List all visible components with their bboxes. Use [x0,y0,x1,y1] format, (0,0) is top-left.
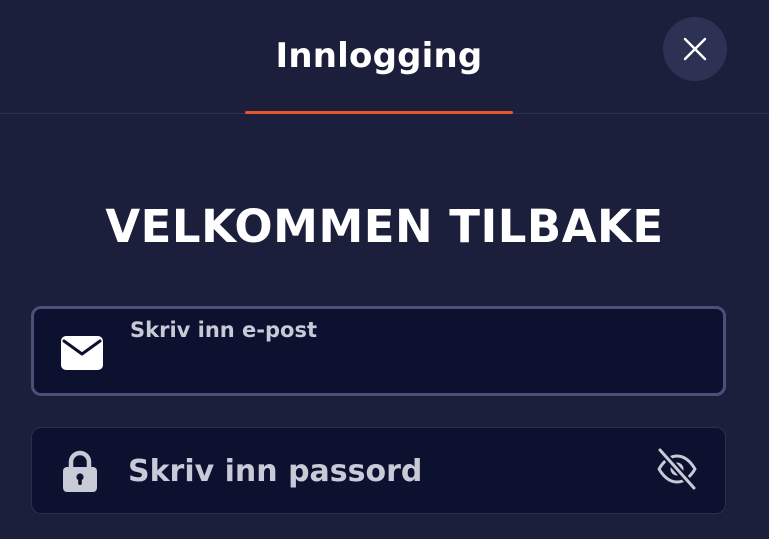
login-modal: Innlogging VELKOMMEN TILBAKE Skriv inn e… [0,0,769,539]
page-title: VELKOMMEN TILBAKE [105,200,664,253]
tab-login-label: Innlogging [275,36,483,76]
email-field[interactable]: Skriv inn e-post [31,306,726,396]
mail-icon [60,335,104,371]
password-input[interactable] [128,450,638,492]
lock-icon [60,449,100,493]
active-tab-indicator [245,111,513,114]
password-field[interactable] [31,427,726,514]
close-button[interactable] [663,17,727,81]
password-visibility-toggle[interactable] [656,448,698,490]
email-label: Skriv inn e-post [130,318,318,342]
modal-header: Innlogging [0,0,769,114]
eye-off-icon [656,448,698,490]
close-icon [683,37,707,61]
tab-login[interactable]: Innlogging [245,0,513,114]
email-input[interactable] [130,351,690,385]
